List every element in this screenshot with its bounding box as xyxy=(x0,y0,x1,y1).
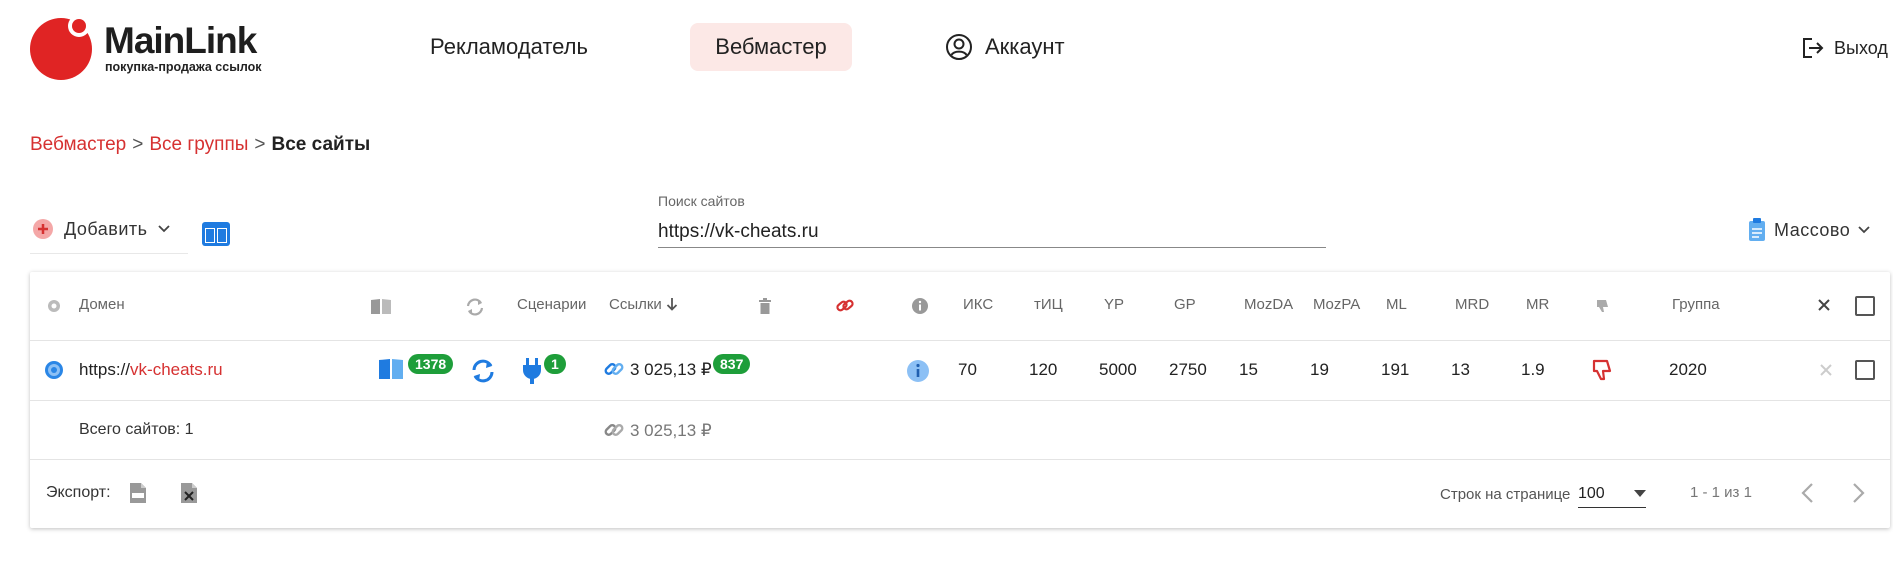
plug-icon[interactable] xyxy=(522,358,542,384)
breadcrumb-separator: > xyxy=(132,134,144,155)
row-checkbox[interactable] xyxy=(1855,360,1875,380)
thumbs-down-icon[interactable] xyxy=(1591,358,1615,382)
nav-account-label: Аккаунт xyxy=(985,34,1065,59)
column-header-mozda[interactable]: MozDA xyxy=(1244,296,1293,313)
column-header-mozpa[interactable]: MozPA xyxy=(1313,296,1360,313)
nav-advertiser[interactable]: Рекламодатель xyxy=(430,23,588,71)
user-icon xyxy=(946,34,972,60)
breadcrumb-separator: > xyxy=(254,134,266,155)
pages-badge: 1378 xyxy=(408,354,454,374)
export-label: Экспорт: xyxy=(46,484,111,501)
sync-icon[interactable] xyxy=(465,297,485,317)
select-all-checkbox[interactable] xyxy=(1855,296,1875,316)
row-divider xyxy=(30,400,1890,401)
cell-mozda: 15 xyxy=(1239,360,1258,379)
links-amount[interactable]: 3 025,13 ₽ xyxy=(630,360,712,380)
breadcrumb-webmaster[interactable]: Вебмастер xyxy=(30,134,126,155)
cell-iks: 70 xyxy=(958,360,977,379)
gear-icon[interactable] xyxy=(46,298,62,314)
plus-icon xyxy=(33,219,53,239)
column-header-mrd[interactable]: MRD xyxy=(1455,296,1489,313)
nav-webmaster[interactable]: Вебмастер xyxy=(690,23,852,71)
cell-mr: 1.9 xyxy=(1521,360,1545,379)
info-icon[interactable] xyxy=(906,359,930,383)
chevron-down-icon xyxy=(157,225,170,233)
column-header-ml[interactable]: ML xyxy=(1386,296,1407,313)
book-icon[interactable] xyxy=(378,358,404,380)
add-button[interactable]: Добавить xyxy=(32,218,170,240)
search-label: Поиск сайтов xyxy=(658,193,745,209)
nav-account[interactable]: Аккаунт xyxy=(945,23,1065,71)
column-header-yr[interactable]: YP xyxy=(1104,296,1124,313)
rows-per-page-label: Строк на странице xyxy=(1440,486,1571,503)
link-icon[interactable] xyxy=(603,358,625,380)
chevron-left-icon[interactable] xyxy=(1800,482,1816,504)
brand-logo-dot xyxy=(72,19,86,33)
add-button-label: Добавить xyxy=(64,218,148,239)
domain-link[interactable]: https://vk-cheats.ru xyxy=(79,360,223,380)
sync-icon[interactable] xyxy=(470,358,496,384)
logout-label: Выход xyxy=(1834,37,1888,58)
book-icon[interactable] xyxy=(370,298,392,315)
close-icon[interactable] xyxy=(1820,364,1832,376)
cell-mozpa: 19 xyxy=(1310,360,1329,379)
search-input[interactable] xyxy=(658,216,1326,248)
nav-advertiser-label: Рекламодатель xyxy=(430,34,588,59)
csv-file-icon[interactable] xyxy=(130,483,146,503)
scenarios-badge: 1 xyxy=(544,354,566,374)
cell-group[interactable]: 2020 xyxy=(1669,360,1707,380)
total-amount: 3 025,13 ₽ xyxy=(630,421,712,440)
breadcrumb: Вебмастер > Все группы > Все сайты xyxy=(30,134,370,156)
logout-icon xyxy=(1803,38,1824,58)
caret-down-icon xyxy=(1634,489,1646,497)
xls-file-icon[interactable] xyxy=(181,483,197,503)
rows-per-page-select[interactable]: 100 xyxy=(1578,480,1646,508)
broken-link-icon[interactable] xyxy=(834,296,856,316)
column-header-mr[interactable]: MR xyxy=(1526,296,1549,313)
thumbs-down-icon[interactable] xyxy=(1595,298,1611,314)
column-header-links[interactable]: Ссылки xyxy=(609,296,678,313)
row-divider xyxy=(30,340,1890,341)
column-header-domain[interactable]: Домен xyxy=(79,296,125,313)
links-badge: 837 xyxy=(713,354,751,374)
clipboard-icon xyxy=(1749,218,1765,241)
mass-action-label: Массово xyxy=(1774,219,1851,240)
cell-yr: 5000 xyxy=(1099,360,1137,379)
columns-icon[interactable] xyxy=(202,222,230,246)
chevron-right-icon[interactable] xyxy=(1850,482,1866,504)
column-header-gp[interactable]: GP xyxy=(1174,296,1196,313)
chevron-down-icon xyxy=(1858,226,1870,234)
cell-mrd: 13 xyxy=(1451,360,1470,379)
domain-name: vk-cheats.ru xyxy=(130,360,223,379)
column-header-group[interactable]: Группа xyxy=(1672,296,1720,313)
column-header-scenarios[interactable]: Сценарии xyxy=(517,296,586,313)
brand-tagline: покупка-продажа ссылок xyxy=(105,60,262,74)
cell-ml: 191 xyxy=(1381,360,1410,379)
trash-icon[interactable] xyxy=(758,298,772,314)
logout-button[interactable]: Выход xyxy=(1800,36,1888,60)
column-header-iks[interactable]: ИКС xyxy=(963,296,993,313)
column-header-links-label: Ссылки xyxy=(609,296,662,313)
mass-action-button[interactable]: Массово xyxy=(1748,218,1870,242)
brand-name[interactable]: MainLink xyxy=(104,22,257,59)
column-header-tic[interactable]: тИЦ xyxy=(1034,296,1063,313)
domain-prefix: https:// xyxy=(79,360,131,379)
rows-per-page-value: 100 xyxy=(1578,484,1605,502)
arrow-down-icon xyxy=(666,298,678,311)
total-sites: Всего сайтов: 1 xyxy=(79,421,194,438)
link-icon xyxy=(604,424,624,436)
info-icon[interactable] xyxy=(911,297,929,315)
add-button-underline xyxy=(30,253,188,254)
nav-webmaster-label: Вебмастер xyxy=(715,34,827,59)
pagination-range: 1 - 1 из 1 xyxy=(1690,484,1752,501)
cell-gp: 2750 xyxy=(1169,360,1207,379)
cell-tic: 120 xyxy=(1029,360,1058,379)
breadcrumb-all-groups[interactable]: Все группы xyxy=(149,134,248,155)
gear-icon[interactable] xyxy=(43,359,65,381)
close-icon[interactable] xyxy=(1818,299,1830,311)
breadcrumb-current: Все сайты xyxy=(271,134,371,155)
row-divider xyxy=(30,459,1890,460)
